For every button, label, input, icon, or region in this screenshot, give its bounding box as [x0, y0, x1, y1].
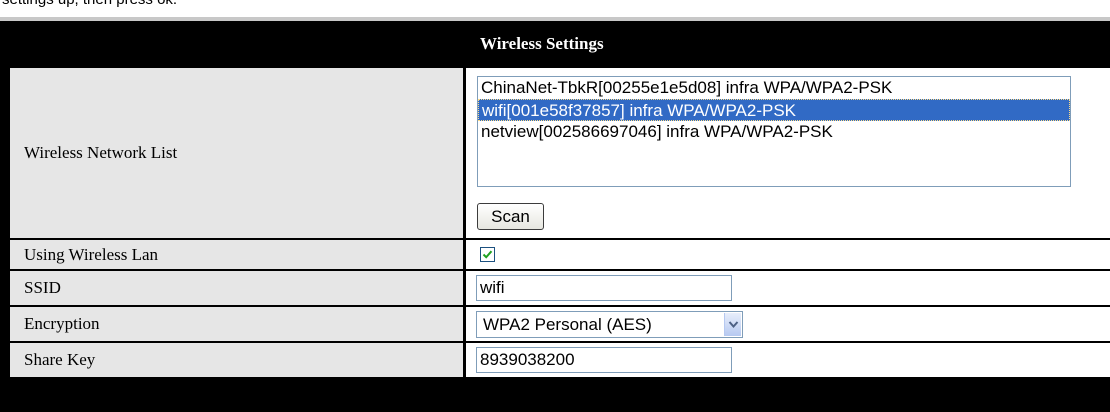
- using-wlan-checkbox[interactable]: [480, 247, 495, 262]
- chevron-down-icon[interactable]: [724, 313, 741, 336]
- share-key-cell: 8939038200: [466, 343, 1110, 377]
- using-wlan-row: Using Wireless Lan: [10, 240, 1110, 269]
- wireless-network-listbox[interactable]: ChinaNet-TbkR[00255e1e5d08] infra WPA/WP…: [477, 76, 1071, 187]
- instruction-text: settings up, then press ok.: [2, 0, 177, 8]
- ssid-cell: wifi: [466, 271, 1110, 305]
- wireless-settings-page: settings up, then press ok. Wireless Set…: [0, 0, 1110, 412]
- using-wlan-cell: [466, 240, 1110, 269]
- using-wlan-label: Using Wireless Lan: [10, 240, 463, 269]
- share-key-row: Share Key 8939038200: [10, 343, 1110, 377]
- ssid-label: SSID: [10, 271, 463, 305]
- encryption-row: Encryption WPA2 Personal (AES): [10, 307, 1110, 341]
- network-list-label: Wireless Network List: [10, 68, 463, 238]
- encryption-cell: WPA2 Personal (AES): [466, 307, 1110, 341]
- encryption-select[interactable]: WPA2 Personal (AES): [476, 311, 743, 338]
- network-item[interactable]: netview[002586697046] infra WPA/WPA2-PSK: [478, 121, 1070, 143]
- network-list-cell: ChinaNet-TbkR[00255e1e5d08] infra WPA/WP…: [466, 68, 1110, 238]
- ssid-input[interactable]: wifi: [476, 275, 732, 301]
- encryption-selected-value: WPA2 Personal (AES): [483, 314, 652, 334]
- wireless-settings-table: Wireless Settings Wireless Network List …: [0, 21, 1110, 412]
- network-item-selected[interactable]: wifi[001e58f37857] infra WPA/WPA2-PSK: [478, 99, 1070, 121]
- encryption-label: Encryption: [10, 307, 463, 341]
- share-key-input[interactable]: 8939038200: [476, 347, 732, 373]
- checkmark-icon: [482, 250, 493, 259]
- network-list-row: Wireless Network List ChinaNet-TbkR[0025…: [10, 68, 1110, 238]
- section-title: Wireless Settings: [480, 33, 604, 53]
- section-header: Wireless Settings: [10, 21, 1110, 66]
- share-key-label: Share Key: [10, 343, 463, 377]
- scan-button[interactable]: Scan: [477, 203, 544, 230]
- network-item[interactable]: ChinaNet-TbkR[00255e1e5d08] infra WPA/WP…: [478, 77, 1070, 99]
- ssid-row: SSID wifi: [10, 271, 1110, 305]
